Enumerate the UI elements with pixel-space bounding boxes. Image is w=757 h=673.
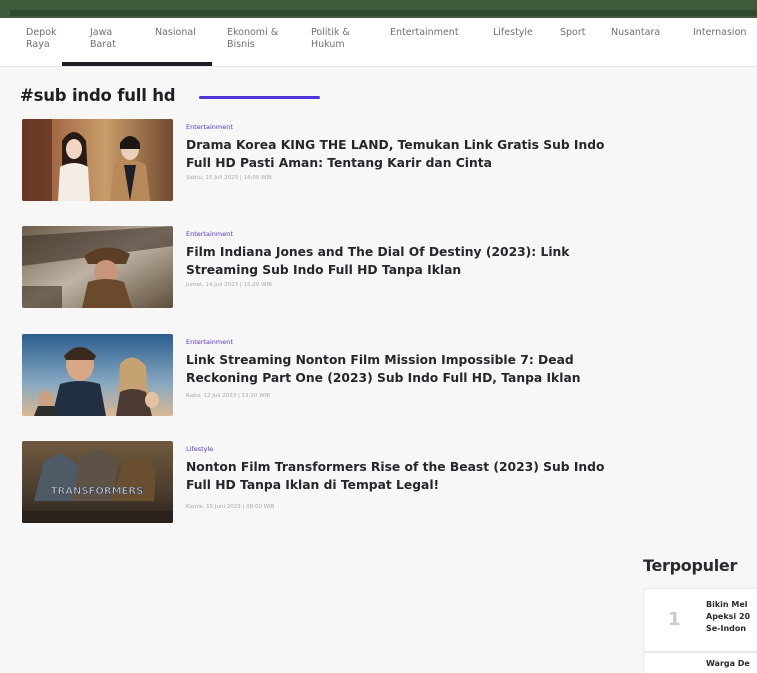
article-title[interactable]: Link Streaming Nonton Film Mission Impos… xyxy=(186,351,616,387)
thumbnail-logo-text: TRANSFORMERS xyxy=(51,486,144,497)
article-thumbnail[interactable] xyxy=(22,119,173,201)
nav-divider xyxy=(0,66,757,67)
article-category[interactable]: Entertainment xyxy=(186,338,233,346)
thumbnail-image xyxy=(22,334,173,416)
nav-item-politik-hukum[interactable]: Politik & Hukum xyxy=(311,27,350,51)
category-nav: Depok Raya Jawa Barat Nasional Ekonomi &… xyxy=(0,18,757,66)
thumbnail-image xyxy=(22,226,173,308)
thumbnail-image xyxy=(22,119,173,201)
article-title[interactable]: Film Indiana Jones and The Dial Of Desti… xyxy=(186,243,616,279)
nav-item-nasional[interactable]: Nasional xyxy=(155,27,196,39)
top-bar xyxy=(0,0,757,18)
article-title[interactable]: Drama Korea KING THE LAND, Temukan Link … xyxy=(186,136,616,172)
nav-item-sport[interactable]: Sport xyxy=(560,27,586,39)
nav-item-depok-raya[interactable]: Depok Raya xyxy=(26,27,57,51)
nav-item-ekonomi-bisnis[interactable]: Ekonomi & Bisnis xyxy=(227,27,278,51)
tag-title: #sub indo full hd xyxy=(20,86,176,105)
popular-item[interactable]: Warga De xyxy=(643,652,757,673)
article-category[interactable]: Lifestyle xyxy=(186,445,213,453)
article-category[interactable]: Entertainment xyxy=(186,230,233,238)
article-title[interactable]: Nonton Film Transformers Rise of the Bea… xyxy=(186,458,616,494)
article-item[interactable]: Entertainment Link Streaming Nonton Film… xyxy=(22,334,582,418)
article-item[interactable]: Entertainment Drama Korea KING THE LAND,… xyxy=(22,119,605,203)
article-thumbnail[interactable] xyxy=(22,226,173,308)
nav-item-lifestyle[interactable]: Lifestyle xyxy=(493,27,533,39)
thumbnail-image: TRANSFORMERS xyxy=(22,441,173,523)
article-date: Sabtu, 15 Juli 2023 | 14:00 WIB xyxy=(186,175,272,181)
article-date: Rabu, 12 Juli 2023 | 13:20 WIB xyxy=(186,393,270,399)
nav-item-jawa-barat[interactable]: Jawa Barat xyxy=(90,27,116,51)
nav-item-entertainment[interactable]: Entertainment xyxy=(390,27,459,39)
top-bar-inner xyxy=(10,10,757,16)
article-thumbnail[interactable]: TRANSFORMERS xyxy=(22,441,173,523)
popular-heading: Terpopuler xyxy=(643,556,738,575)
tag-title-underline xyxy=(199,96,320,99)
popular-rank: 1 xyxy=(668,609,681,630)
popular-item-title[interactable]: Warga De xyxy=(706,659,750,668)
article-thumbnail[interactable] xyxy=(22,334,173,416)
article-item[interactable]: Entertainment Film Indiana Jones and The… xyxy=(22,226,582,310)
popular-item-title[interactable]: Bikin Mel Apeksi 20 Se-Indon xyxy=(706,599,757,635)
article-date: Jumat, 14 Juli 2023 | 15:20 WIB xyxy=(186,282,272,288)
popular-item[interactable]: 1 Bikin Mel Apeksi 20 Se-Indon xyxy=(643,588,757,652)
article-item[interactable]: TRANSFORMERS Lifestyle Nonton Film Trans… xyxy=(22,441,604,525)
nav-item-nusantara[interactable]: Nusantara xyxy=(611,27,660,39)
article-date: Kamis, 15 Juni 2023 | 08:00 WIB xyxy=(186,504,275,510)
nav-item-internasional[interactable]: Internasion xyxy=(693,27,746,39)
article-category[interactable]: Entertainment xyxy=(186,123,233,131)
